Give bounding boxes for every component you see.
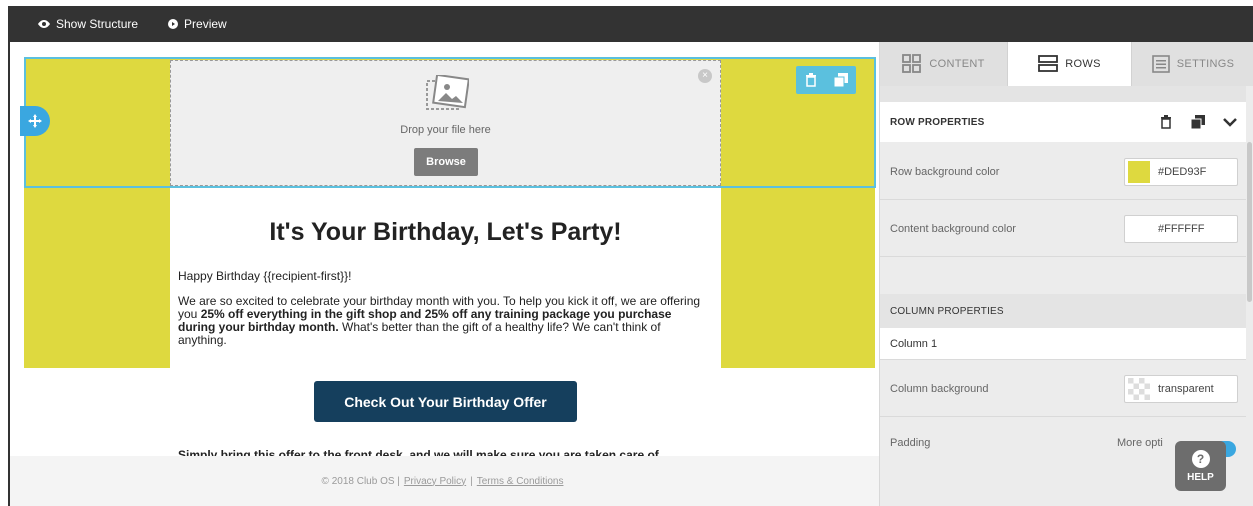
content-background-color-row: Content background color #FFFFFF [880, 201, 1246, 257]
settings-list-icon [1151, 55, 1170, 73]
row-bg-swatch [1128, 160, 1150, 183]
trash-icon [1161, 115, 1171, 129]
collapse-button[interactable] [1214, 117, 1246, 127]
email-canvas: × Drop your file here Browse It's Your B… [10, 42, 879, 456]
column-properties-title: COLUMN PROPERTIES [890, 305, 1004, 317]
copyright-text: © 2018 Club OS | [321, 475, 400, 487]
greeting-text[interactable]: Happy Birthday {{recipient-first}}! [178, 269, 351, 283]
move-icon [28, 114, 42, 128]
chevron-down-icon [1223, 118, 1237, 127]
column-1-label-row[interactable]: Column 1 [880, 328, 1246, 360]
content-bg-value: #FFFFFF [1158, 222, 1205, 235]
eye-icon [38, 20, 50, 28]
footer-separator: | [470, 475, 473, 487]
panel-tabs: CONTENT ROWS SETTINGS [880, 42, 1253, 86]
row-properties-actions [1150, 102, 1246, 142]
column-properties-header: COLUMN PROPERTIES [880, 294, 1246, 328]
delete-row-button[interactable] [1150, 115, 1182, 129]
column-bg-label: Column background [890, 382, 989, 395]
column-1-label: Column 1 [890, 337, 938, 350]
page-footer: © 2018 Club OS | Privacy Policy | Terms … [10, 456, 879, 506]
question-icon: ? [1191, 449, 1210, 468]
trash-icon[interactable] [805, 73, 817, 87]
panel-spacer [880, 86, 1246, 102]
column-bg-color-input[interactable]: transparent [1124, 374, 1238, 403]
body-paragraph[interactable]: We are so excited to celebrate your birt… [178, 295, 708, 347]
row-bg-label: Row background color [890, 165, 1000, 178]
transparent-swatch [1128, 377, 1150, 400]
row-action-toolbar [796, 66, 856, 94]
selected-row-outline [24, 57, 876, 188]
column-bg-value: transparent [1158, 382, 1214, 395]
terms-link[interactable]: Terms & Conditions [477, 476, 564, 487]
column-background-row: Column background transparent [880, 361, 1246, 417]
row-background-color-row: Row background color #DED93F [880, 144, 1246, 200]
row-bg-color-input[interactable]: #DED93F [1124, 157, 1238, 186]
panel-gap [880, 258, 1246, 294]
show-structure-label: Show Structure [56, 17, 139, 31]
padding-label: Padding [890, 437, 931, 449]
row-bg-value: #DED93F [1158, 165, 1207, 178]
play-circle-icon [168, 19, 179, 29]
duplicate-row-button[interactable] [1182, 115, 1214, 129]
tab-settings[interactable]: SETTINGS [1132, 42, 1253, 86]
duplicate-icon[interactable] [833, 73, 848, 87]
row-properties-header: ROW PROPERTIES [880, 102, 1246, 142]
preview-label: Preview [184, 17, 227, 31]
rows-icon [1038, 55, 1059, 72]
duplicate-icon [1191, 115, 1205, 129]
tab-rows-label: ROWS [1065, 58, 1101, 70]
properties-panel: CONTENT ROWS SETTINGS ROW PROPERTIES Row… [879, 42, 1253, 506]
tab-settings-label: SETTINGS [1176, 58, 1235, 70]
content-bg-swatch [1128, 217, 1150, 240]
email-builder-app: Show Structure Preview × Drop your file … [0, 0, 1253, 506]
tab-rows[interactable]: ROWS [1008, 42, 1132, 86]
cutoff-paragraph[interactable]: Simply bring this offer to the front des… [178, 448, 659, 456]
help-button[interactable]: ? HELP [1175, 441, 1226, 491]
show-structure-button[interactable]: Show Structure [38, 17, 138, 31]
grid-icon [902, 54, 922, 73]
birthday-offer-button[interactable]: Check Out Your Birthday Offer [314, 381, 577, 422]
tab-content[interactable]: CONTENT [880, 42, 1008, 86]
privacy-policy-link[interactable]: Privacy Policy [404, 476, 466, 487]
help-label: HELP [1187, 471, 1214, 483]
row-properties-title: ROW PROPERTIES [890, 116, 985, 128]
more-options-label[interactable]: More opti [1117, 437, 1163, 449]
top-toolbar: Show Structure Preview [8, 6, 1253, 42]
panel-scrollbar[interactable] [1247, 142, 1252, 302]
content-bg-color-input[interactable]: #FFFFFF [1124, 214, 1238, 243]
preview-button[interactable]: Preview [168, 17, 227, 31]
email-headline[interactable]: It's Your Birthday, Let's Party! [170, 218, 721, 247]
tab-content-label: CONTENT [929, 58, 985, 70]
row-drag-handle[interactable] [20, 106, 50, 136]
content-bg-label: Content background color [890, 222, 1016, 235]
